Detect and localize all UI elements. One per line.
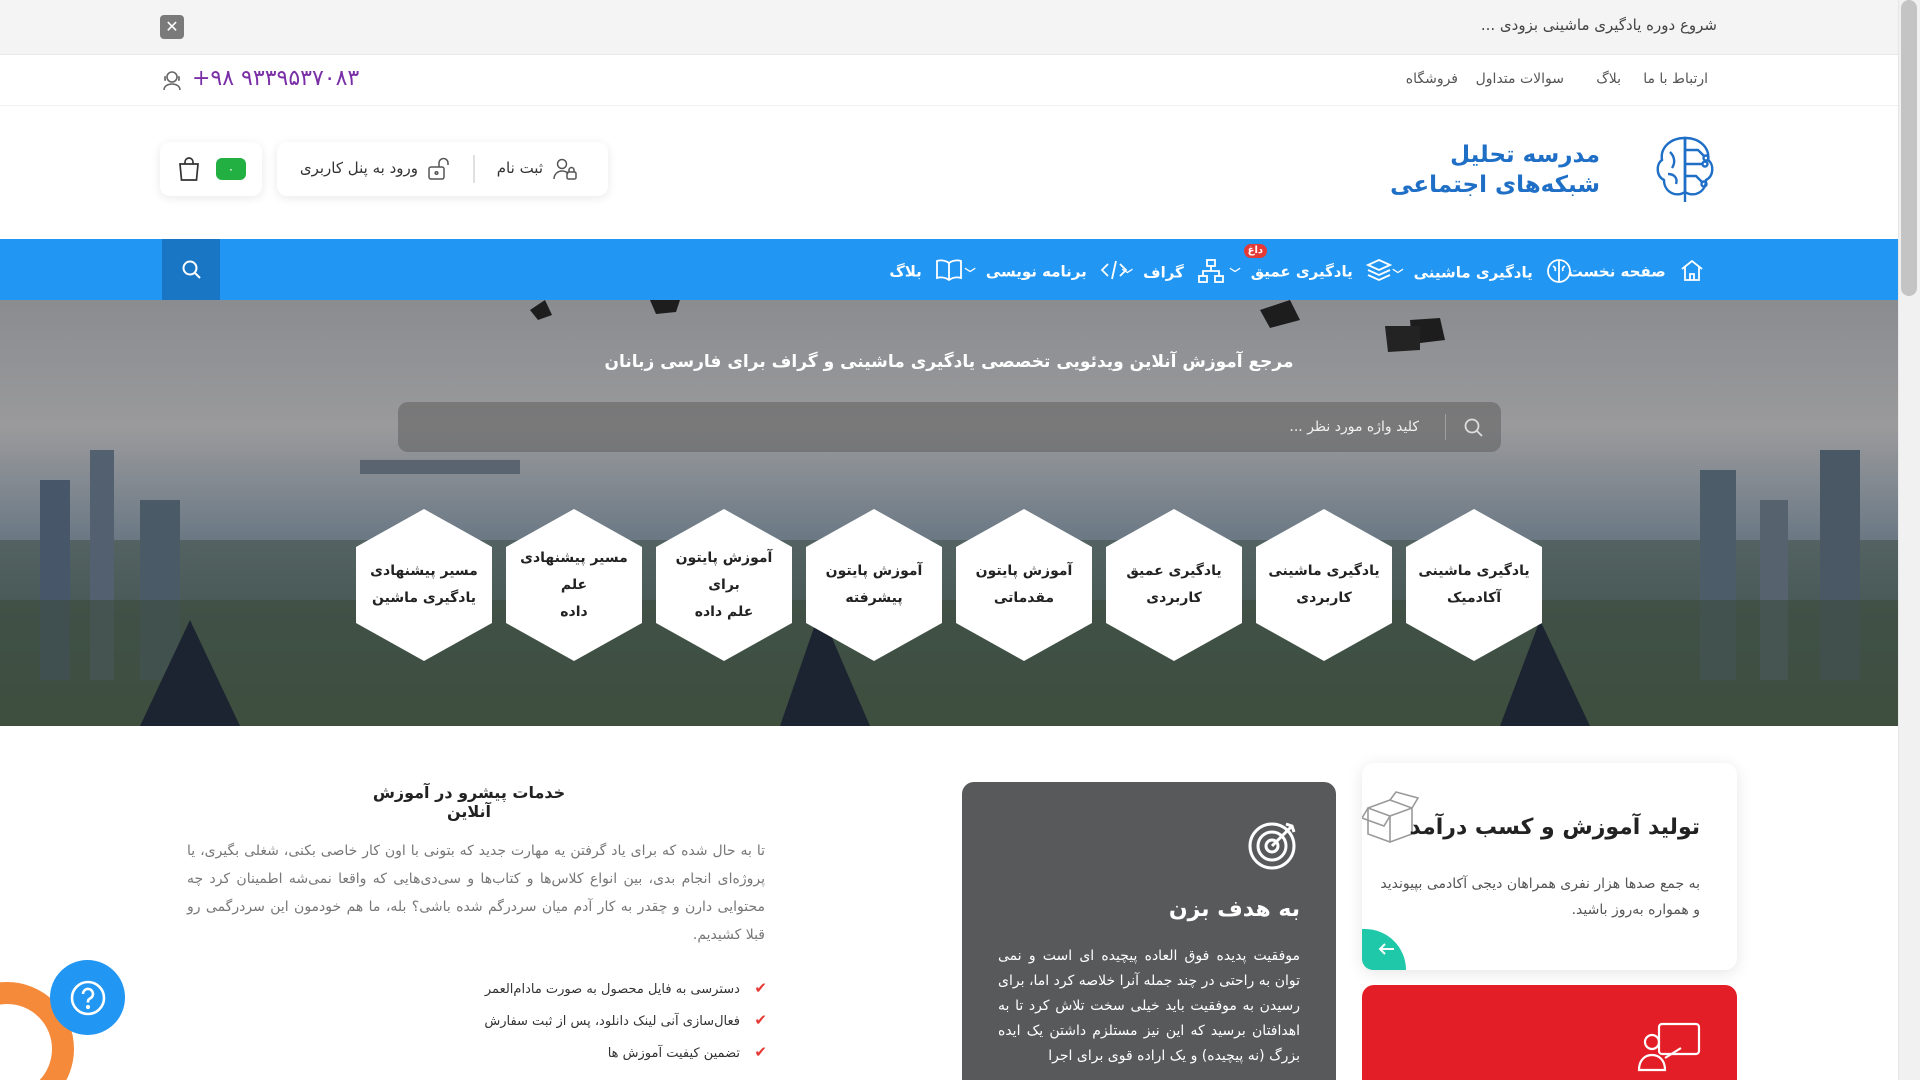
hero-section: مرجع آموزش آنلاین ویدئویی تخصصی یادگیری …	[0, 300, 1898, 726]
network-icon	[1197, 258, 1225, 288]
nav-label-programming: برنامه نویسی	[985, 262, 1087, 281]
hex-label-line: کاربردی	[1146, 590, 1202, 606]
hex-label-line: علم داده	[694, 603, 754, 620]
chevron-down-icon: ﹀	[1229, 266, 1241, 280]
book-icon	[935, 258, 963, 286]
top-links-bar: ارتباط با ما بلاگ سوالات متداول فروشگاه …	[0, 56, 1898, 106]
nav-item-machine-learning[interactable]: یادگیری ماشینی ﹀	[1392, 258, 1572, 288]
nav-item-deep-learning[interactable]: داغ یادگیری عمیق ﹀	[1229, 244, 1393, 286]
nav-item-home[interactable]: صفحه نخست	[1568, 258, 1705, 286]
unlock-icon	[427, 157, 453, 185]
hex-label-line: آکادمیک	[1446, 590, 1502, 606]
nav-label-graph: گراف	[1143, 263, 1184, 282]
hex-label-line: مقدماتی	[993, 590, 1055, 606]
nav-label-machine-learning: یادگیری ماشینی	[1413, 263, 1533, 282]
help-button[interactable]	[50, 960, 125, 1035]
hex-label-line: کاربردی	[1296, 590, 1352, 606]
hex-label-line: آموزش پایتون	[825, 563, 923, 579]
services-feature-list: ✔ دسترسی به فایل محصول به صورت مادام‌الع…	[484, 979, 767, 1075]
target-icon	[1246, 818, 1300, 876]
site-header: مدرسه تحلیل شبکه‌های اجتماعی ثبت نام ورو…	[0, 106, 1898, 239]
cart-count-badge: ۰	[216, 158, 246, 180]
shopping-bag-icon	[177, 156, 201, 186]
announcement-bar: شروع دوره یادگیری ماشینی بزودی ... ✕	[0, 0, 1898, 55]
feature-text: فعال‌سازی آنی لینک دانلود، پس از ثبت سفا…	[484, 1014, 740, 1029]
services-title: خدمات پیشرو در آموزش آنلاین	[372, 783, 566, 821]
auth-box: ثبت نام ورود به پنل کاربری	[277, 142, 608, 196]
phone-number[interactable]: +۹۸ ۹۳۳۹۵۳۷۰۸۳	[192, 66, 359, 91]
top-link-blog[interactable]: بلاگ	[1596, 71, 1621, 87]
chevron-down-icon: ﹀	[1392, 267, 1404, 281]
feature-text: تضمین کیفیت آموزش ها	[607, 1046, 740, 1061]
earn-income-card[interactable]: تولید آموزش و کسب درآمد به جمع صدها هزار…	[1360, 763, 1737, 970]
search-icon[interactable]	[1463, 417, 1484, 442]
top-link-faq[interactable]: سوالات متداول	[1476, 71, 1564, 87]
list-item: ✔ تضمین کیفیت آموزش ها	[484, 1043, 767, 1075]
search-divider	[1445, 414, 1446, 440]
check-icon: ✔	[754, 1011, 767, 1029]
main-nav: صفحه نخست یادگیری ماشینی ﹀ داغ یادگیری ع…	[0, 239, 1898, 300]
hot-badge: داغ	[1243, 244, 1267, 258]
auth-divider	[473, 155, 475, 183]
close-icon[interactable]: ✕	[160, 15, 184, 39]
nav-item-graph[interactable]: گراف ﹀	[1122, 258, 1225, 288]
nav-item-programming[interactable]: برنامه نویسی ﹀	[965, 258, 1128, 286]
hex-label-line: پیشرفته	[845, 590, 903, 606]
services-text: تا به حال شده که برای یاد گرفتن یه مهارت…	[187, 843, 765, 943]
chevron-down-icon: ﹀	[964, 266, 976, 280]
goal-card-text: موفقیت پدیده فوق العاده پیچیده ای است و …	[998, 948, 1300, 1064]
home-icon	[1679, 258, 1705, 286]
register-link[interactable]: ثبت نام	[497, 159, 543, 177]
hex-label-line: یادگیری ماشینی	[1418, 563, 1530, 579]
hex-label-line: مسیر پیشنهادی	[370, 563, 478, 579]
code-icon	[1100, 258, 1128, 286]
cart-button[interactable]: ۰	[160, 142, 262, 196]
check-icon: ✔	[754, 1043, 767, 1061]
scrollbar-thumb[interactable]	[1901, 0, 1917, 296]
hex-label-line: آموزش پایتون برای	[675, 549, 773, 593]
hero-search-input[interactable]	[519, 414, 1419, 440]
check-icon: ✔	[754, 979, 767, 997]
hex-label-line: یادگیری عمیق	[1126, 563, 1222, 579]
earn-card-description: به جمع صدها هزار نفری همراهان دیجی آکادم…	[1380, 876, 1700, 918]
goal-card: به هدف بزن موفقیت پدیده فوق العاده پیچید…	[962, 782, 1336, 1080]
feature-text: دسترسی به فایل محصول به صورت مادام‌العمر	[484, 982, 740, 997]
teaching-card[interactable]	[1362, 985, 1737, 1080]
list-item: ✔ فعال‌سازی آنی لینک دانلود، پس از ثبت س…	[484, 1011, 767, 1043]
hero-search-box	[398, 402, 1501, 452]
hex-label-line: داده	[560, 603, 588, 620]
phone-support-icon	[160, 68, 184, 96]
brain-network-logo-icon[interactable]	[1652, 130, 1718, 214]
top-link-shop[interactable]: فروشگاه	[1406, 71, 1458, 87]
hex-label-line: یادگیری ماشین	[372, 590, 476, 606]
earn-card-title: تولید آموزش و کسب درآمد	[1409, 815, 1700, 840]
online-teaching-icon	[1637, 1020, 1703, 1078]
nav-search-button[interactable]	[162, 239, 220, 300]
top-link-contact[interactable]: ارتباط با ما	[1643, 71, 1708, 87]
logo-line-1: مدرسه تحلیل	[1450, 142, 1600, 168]
layers-icon	[1365, 258, 1393, 286]
search-icon	[181, 259, 202, 284]
announcement-text[interactable]: شروع دوره یادگیری ماشینی بزودی ...	[1481, 16, 1717, 34]
question-icon	[69, 979, 107, 1021]
brain-icon	[1546, 258, 1572, 288]
hex-label-line: آموزش پایتون	[975, 563, 1073, 579]
hex-label-line: مسیر پیشنهادی علم	[520, 549, 628, 593]
goal-card-title: به هدف بزن	[1168, 897, 1300, 922]
hex-label-line: یادگیری ماشینی	[1268, 563, 1380, 579]
site-logo-text[interactable]: مدرسه تحلیل شبکه‌های اجتماعی	[1390, 140, 1600, 200]
register-user-icon	[552, 157, 578, 185]
nav-item-blog[interactable]: بلاگ	[889, 258, 963, 286]
nav-label-blog: بلاگ	[889, 262, 922, 281]
page-scrollbar[interactable]	[1898, 0, 1920, 1080]
login-panel-link[interactable]: ورود به پنل کاربری	[300, 159, 418, 177]
nav-label-home: صفحه نخست	[1567, 262, 1666, 281]
nav-label-deep-learning: یادگیری عمیق	[1250, 262, 1353, 281]
hero-title: مرجع آموزش آنلاین ویدئویی تخصصی یادگیری …	[604, 352, 1294, 372]
list-item: ✔ دسترسی به فایل محصول به صورت مادام‌الع…	[484, 979, 767, 1011]
logo-line-2: شبکه‌های اجتماعی	[1390, 172, 1600, 198]
arrow-left-icon[interactable]	[1362, 929, 1406, 970]
